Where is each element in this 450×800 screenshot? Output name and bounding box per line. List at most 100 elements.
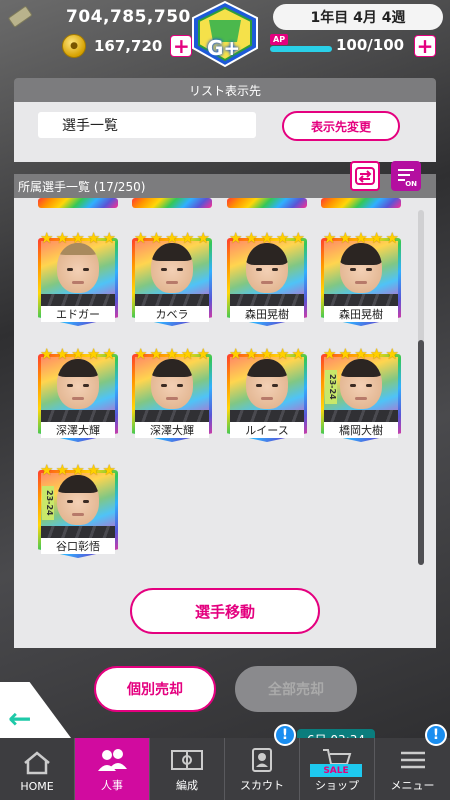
change-destination-button[interactable]: 表示先変更 <box>282 111 400 141</box>
player-portrait <box>340 243 382 293</box>
nav-label: ショップ <box>315 779 359 792</box>
player-card[interactable]: 23-24 ★ ★ ★ ★ ★ 橋岡大樹 <box>321 346 401 442</box>
player-card[interactable]: ★ ★ ★ ★ ★ エドガー <box>38 230 118 326</box>
player-card-partial[interactable] <box>321 198 401 212</box>
player-card[interactable]: ★ ★ ★ ★ ★ 森田晃樹 <box>321 230 401 326</box>
star-icon: ★ <box>369 345 384 363</box>
sort-filter-toggle[interactable]: ON <box>391 161 421 191</box>
star-icon: ★ <box>86 461 101 479</box>
card-stat-stripes <box>41 294 115 306</box>
player-name: 森田晃樹 <box>324 306 398 322</box>
player-portrait <box>57 475 99 525</box>
card-stat-stripes <box>41 526 115 538</box>
star-icon: ★ <box>86 345 101 363</box>
star-rating: ★ ★ ★ ★ ★ <box>323 346 399 362</box>
star-icon: ★ <box>165 345 179 363</box>
star-icon: ★ <box>102 345 116 363</box>
nav-label: 人事 <box>101 779 123 792</box>
star-rating: ★ ★ ★ ★ ★ <box>40 346 116 362</box>
star-rating: ★ ★ ★ ★ ★ <box>229 346 305 362</box>
star-icon: ★ <box>149 345 164 363</box>
roster-grid: 選手移動 ★ ★ ★ ★ ★ エドガー ★ ★ ★ ★ ★ カベラ ★ ★ ★ ★ ★ 森田晃樹 ★ ★ ★ ★ ★ 森田晃樹… <box>14 198 436 648</box>
coin-display: ● 167,720 + <box>62 34 193 58</box>
nav-formation[interactable]: 編成 <box>150 738 225 800</box>
star-icon: ★ <box>275 345 290 363</box>
star-icon: ★ <box>338 345 353 363</box>
player-name: 森田晃樹 <box>230 306 304 322</box>
card-stat-stripes <box>135 294 209 306</box>
rank-text: G+ <box>207 36 241 60</box>
roster-panel: リスト表示先 選手一覧 表示先変更 所属選手一覧 (17/250) ON 選手移… <box>14 78 436 648</box>
nav-label: メニュー <box>390 779 435 792</box>
star-icon: ★ <box>55 345 70 363</box>
club-rank-emblem[interactable]: G+ <box>185 0 265 70</box>
menu-alert-badge: ! <box>425 724 447 746</box>
player-card-partial[interactable] <box>227 198 307 212</box>
player-card-partial[interactable] <box>38 198 118 212</box>
player-card[interactable]: 23-24 ★ ★ ★ ★ ★ 谷口彰悟 <box>38 462 118 558</box>
star-icon: ★ <box>354 345 368 363</box>
field-icon <box>170 747 204 773</box>
star-icon: ★ <box>40 229 54 247</box>
scout-icon <box>245 747 279 773</box>
sell-all-button[interactable]: 全部売却 <box>235 666 357 712</box>
move-player-button[interactable]: 選手移動 <box>130 588 320 634</box>
star-icon: ★ <box>369 229 384 247</box>
star-icon: ★ <box>338 229 353 247</box>
player-card[interactable]: ★ ★ ★ ★ ★ ルイース <box>227 346 307 442</box>
swap-order-button[interactable] <box>350 161 380 191</box>
star-icon: ★ <box>244 345 259 363</box>
season-tag: 23-24 <box>325 370 337 404</box>
player-card[interactable]: ★ ★ ★ ★ ★ カベラ <box>132 230 212 326</box>
star-icon: ★ <box>260 229 274 247</box>
bottom-nav: HOME 人事 編成 ! スカウト ショップ ! メニュー <box>0 724 450 800</box>
player-card-partial[interactable] <box>132 198 212 212</box>
individual-sell-button[interactable]: 個別売却 <box>94 666 216 712</box>
player-card[interactable]: ★ ★ ★ ★ ★ 深澤大輝 <box>38 346 118 442</box>
ap-bar <box>270 46 332 52</box>
star-rating: ★ ★ ★ ★ ★ <box>40 462 116 478</box>
star-rating: ★ ★ ★ ★ ★ <box>229 230 305 246</box>
game-date: 1年目 4月 4週 <box>273 4 443 30</box>
player-portrait <box>57 359 99 409</box>
star-rating: ★ ★ ★ ★ ★ <box>323 230 399 246</box>
nav-scout[interactable]: ! スカウト <box>225 724 300 800</box>
player-portrait <box>246 243 288 293</box>
star-icon: ★ <box>275 229 290 247</box>
card-stat-stripes <box>230 410 304 422</box>
scout-alert-badge: ! <box>274 724 296 746</box>
scrollbar[interactable] <box>418 210 424 565</box>
player-portrait <box>246 359 288 409</box>
player-portrait <box>151 359 193 409</box>
status-bar: 704,785,750 ● 167,720 + G+ 1年目 4月 4週 AP … <box>0 0 450 68</box>
star-icon: ★ <box>229 345 243 363</box>
player-card[interactable]: ★ ★ ★ ★ ★ 深澤大輝 <box>132 346 212 442</box>
star-icon: ★ <box>385 229 399 247</box>
scrollbar-thumb[interactable] <box>418 340 424 565</box>
money-value: 704,785,750 <box>66 7 191 27</box>
ap-display: AP 100/100 + <box>270 34 445 58</box>
star-icon: ★ <box>71 345 85 363</box>
card-stat-stripes <box>41 410 115 422</box>
list-destination-body: 選手一覧 表示先変更 <box>14 102 436 162</box>
player-card[interactable]: ★ ★ ★ ★ ★ 森田晃樹 <box>227 230 307 326</box>
star-rating: ★ ★ ★ ★ ★ <box>134 346 210 362</box>
star-icon: ★ <box>229 229 243 247</box>
nav-home[interactable]: HOME <box>0 738 75 800</box>
people-icon <box>95 747 129 773</box>
star-icon: ★ <box>244 229 259 247</box>
star-icon: ★ <box>40 345 54 363</box>
add-ap-button[interactable]: + <box>414 35 436 57</box>
star-icon: ★ <box>180 345 195 363</box>
back-arrow-icon: ← <box>8 702 32 735</box>
nav-menu[interactable]: ! メニュー <box>375 724 450 800</box>
player-name: ルイース <box>230 422 304 438</box>
player-name: エドガー <box>41 306 115 322</box>
star-icon: ★ <box>354 229 368 247</box>
player-name: 深澤大輝 <box>135 422 209 438</box>
nav-label: 編成 <box>176 779 198 792</box>
ap-value: 100/100 <box>336 36 405 54</box>
star-icon: ★ <box>196 229 210 247</box>
nav-personnel[interactable]: 人事 <box>75 738 150 800</box>
star-icon: ★ <box>55 229 70 247</box>
